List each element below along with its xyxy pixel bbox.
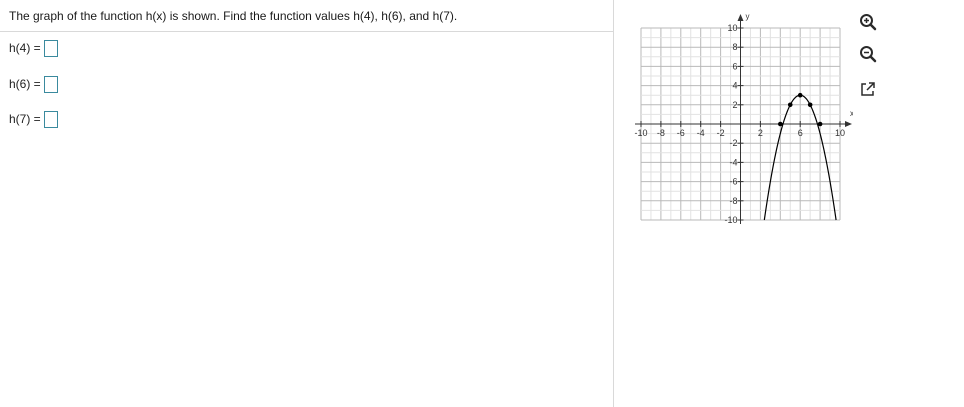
y-tick-label: 10 bbox=[727, 23, 737, 33]
graph-point bbox=[778, 121, 783, 127]
answer-input-h4[interactable] bbox=[43, 39, 58, 57]
x-tick-label: -2 bbox=[717, 128, 725, 138]
y-axis-arrow bbox=[737, 14, 744, 21]
answer-input-h6[interactable] bbox=[43, 75, 58, 93]
question-prompt: The graph of the function h(x) is shown.… bbox=[9, 9, 458, 23]
answer-row-h4: h(4) = bbox=[9, 38, 58, 58]
answer-row-h7: h(7) = bbox=[9, 109, 58, 129]
answer-row-h6: h(6) = bbox=[9, 74, 58, 94]
graph-point bbox=[817, 121, 823, 127]
zoom-out-icon bbox=[860, 46, 877, 63]
y-tick-label: -6 bbox=[729, 177, 737, 187]
panel-divider bbox=[613, 0, 614, 407]
graph-point bbox=[797, 92, 803, 98]
graph-point bbox=[807, 102, 813, 108]
question-divider bbox=[0, 31, 613, 32]
y-tick-label: -2 bbox=[729, 138, 737, 148]
y-tick-label: -10 bbox=[724, 215, 737, 225]
answer-label-h4: h(4) = bbox=[9, 41, 41, 55]
zoom-out-button[interactable] bbox=[858, 44, 878, 64]
y-tick-label: 6 bbox=[732, 61, 737, 71]
x-tick-label: -8 bbox=[657, 128, 665, 138]
answer-input-h7[interactable] bbox=[43, 110, 58, 128]
function-graph: x y -10 -8 -6 -4 -2 2 6 10 10 8 6 4 2 -2 -4 -6 -8 -10 bbox=[628, 8, 853, 230]
zoom-in-button[interactable] bbox=[858, 12, 878, 32]
zoom-in-icon bbox=[860, 14, 877, 31]
popout-button[interactable] bbox=[858, 79, 878, 99]
x-tick-label: -10 bbox=[634, 128, 647, 138]
x-tick-label: 2 bbox=[758, 128, 763, 138]
popout-icon bbox=[861, 82, 875, 96]
x-axis-arrow bbox=[845, 121, 852, 127]
x-tick-label: 6 bbox=[798, 128, 803, 138]
y-tick-label: 2 bbox=[732, 100, 737, 110]
graph-point bbox=[787, 102, 793, 108]
question-panel: The graph of the function h(x) is shown.… bbox=[0, 0, 613, 407]
x-tick-label: -6 bbox=[677, 128, 685, 138]
y-axis-label: y bbox=[746, 12, 750, 21]
answer-label-h6: h(6) = bbox=[9, 77, 41, 91]
y-tick-label: 8 bbox=[732, 42, 737, 52]
y-tick-label: -4 bbox=[729, 157, 737, 167]
x-tick-label: 10 bbox=[835, 128, 845, 138]
x-axis-label: x bbox=[850, 109, 853, 118]
x-tick-label: -4 bbox=[697, 128, 705, 138]
graph-svg: x y -10 -8 -6 -4 -2 2 6 10 10 8 6 4 2 -2 -4 -6 -8 -10 bbox=[634, 12, 853, 225]
y-tick-label: -8 bbox=[729, 196, 737, 206]
y-tick-label: 4 bbox=[732, 81, 737, 91]
answer-label-h7: h(7) = bbox=[9, 112, 41, 126]
